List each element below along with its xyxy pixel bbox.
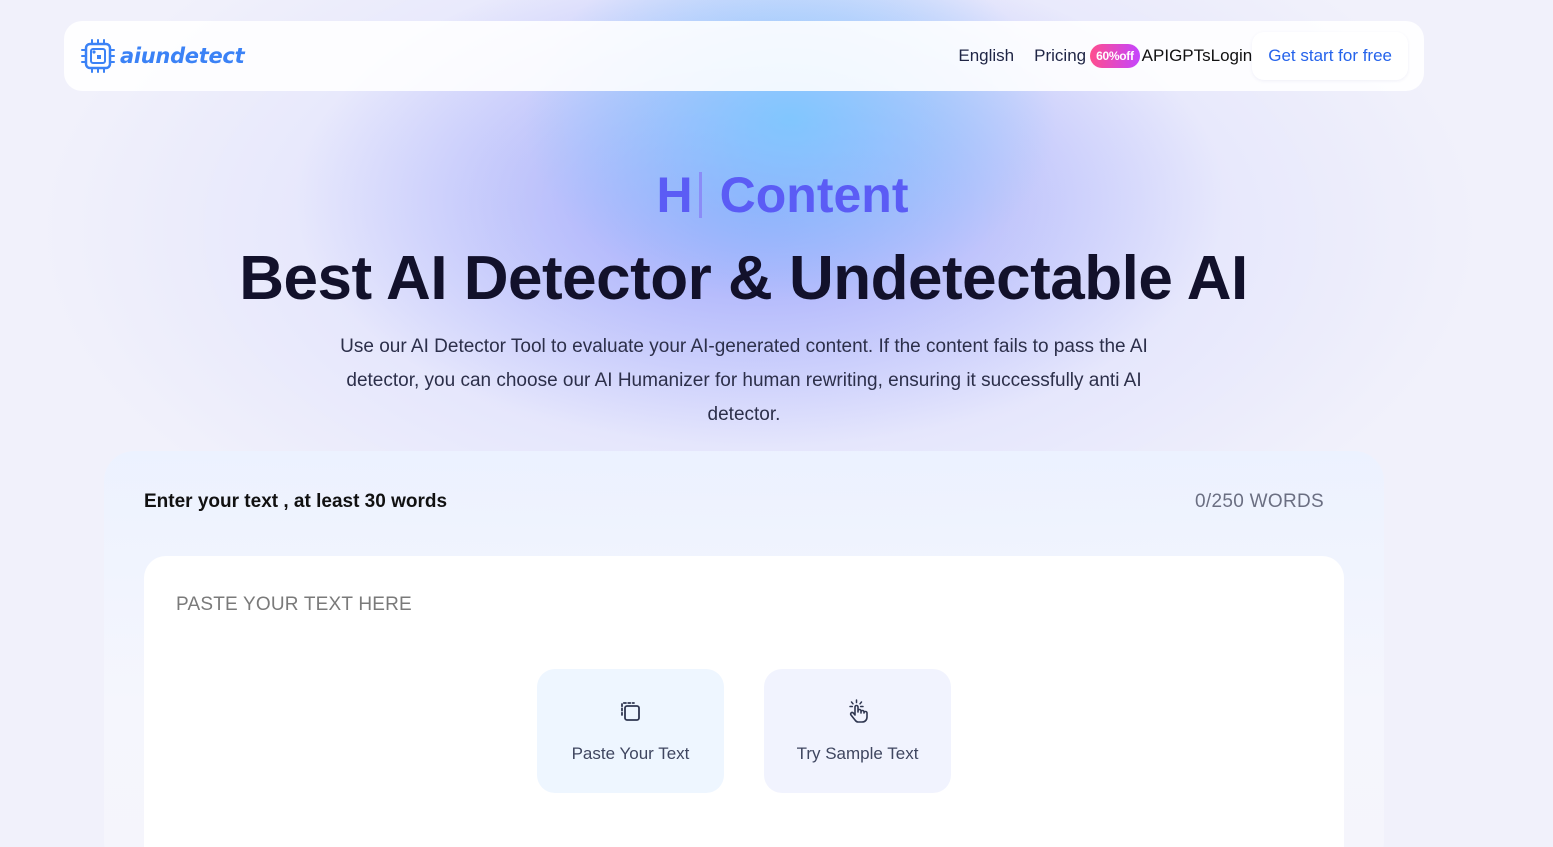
paste-text-label: Paste Your Text	[571, 744, 690, 763]
typing-cursor	[698, 172, 702, 218]
nav-links: English Pricing 60%off API GPTs Login Ge…	[958, 21, 1408, 91]
typing-suffix: Content	[719, 167, 909, 223]
brand-name: aiundetect	[120, 44, 245, 68]
hero-typing-headline: H Content	[0, 166, 1553, 224]
nav-pricing-link[interactable]: Pricing	[1034, 46, 1086, 66]
sample-text-label: Try Sample Text	[796, 744, 919, 763]
typing-text: H	[656, 167, 693, 223]
detector-card: Enter your text , at least 30 words 0/25…	[104, 451, 1384, 847]
sample-text-button[interactable]: Try Sample Text	[764, 669, 951, 793]
top-navbar: aiundetect English Pricing 60%off API GP…	[64, 21, 1424, 91]
nav-gpts-link[interactable]: GPTs	[1169, 46, 1211, 66]
pointer-hand-icon	[848, 699, 868, 723]
nav-api-link[interactable]: API	[1142, 46, 1169, 66]
hero-title: Best AI Detector & Undetectable AI	[239, 244, 1248, 313]
nav-login-link[interactable]: Login	[1211, 46, 1253, 66]
clipboard-paste-icon	[620, 702, 640, 721]
text-input-placeholder: PASTE YOUR TEXT HERE	[176, 594, 412, 615]
word-count: 0/250 WORDS	[1195, 491, 1324, 512]
editor-label: Enter your text , at least 30 words	[144, 491, 448, 512]
chip-logo-icon	[81, 39, 115, 73]
paste-text-button[interactable]: Paste Your Text	[537, 669, 724, 793]
brand-logo-link[interactable]: aiundetect	[80, 38, 245, 74]
text-input-area[interactable]: PASTE YOUR TEXT HERE Paste Your Text Try…	[144, 556, 1344, 847]
hero-description: Use our AI Detector Tool to evaluate you…	[340, 336, 1148, 425]
language-selector[interactable]: English	[958, 46, 1014, 66]
pricing-discount-badge: 60%off	[1090, 44, 1140, 68]
get-started-button[interactable]: Get start for free	[1252, 32, 1408, 80]
